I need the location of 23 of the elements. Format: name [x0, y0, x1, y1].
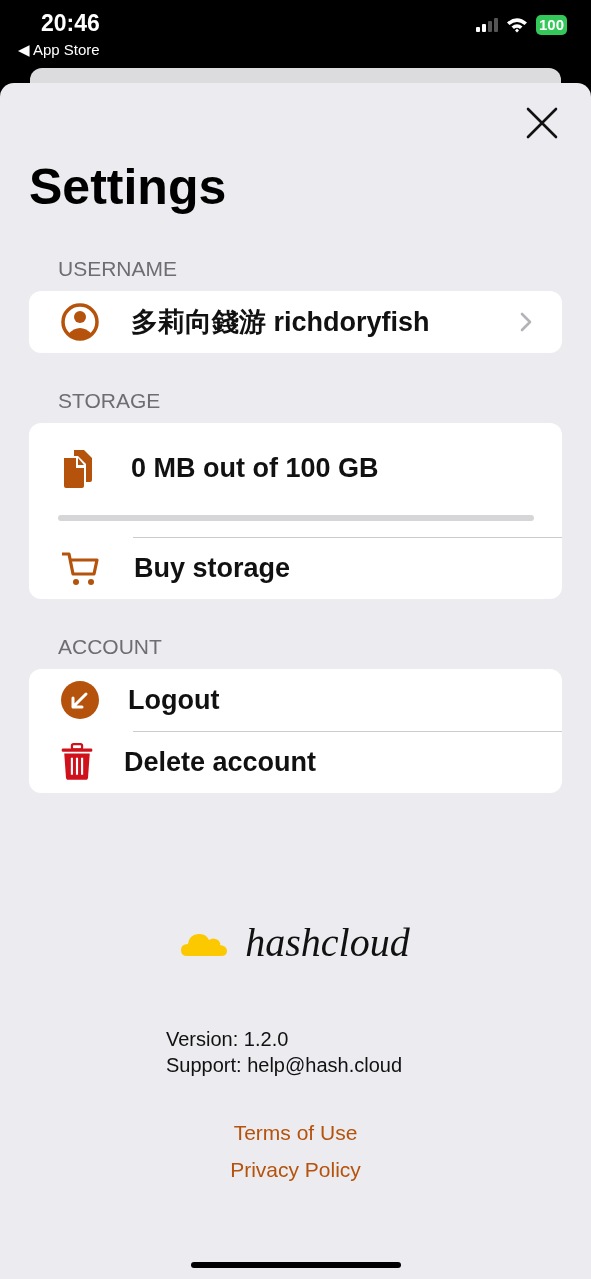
- settings-row[interactable]: 多莉向錢游 richdoryfish: [29, 291, 562, 353]
- page-title: Settings: [29, 158, 228, 217]
- settings-row[interactable]: 0 MB out of 100 GB: [29, 423, 562, 513]
- signal-icon: [475, 18, 498, 32]
- back-link[interactable]: ◀ App Store: [18, 41, 100, 59]
- info-text: Version: 1.2.0: [166, 1027, 290, 1052]
- user-icon: [60, 302, 100, 342]
- section-header: ACCOUNT: [58, 635, 163, 659]
- logo-text: hashcloud: [245, 919, 410, 966]
- arrow-circle-icon: [60, 680, 100, 720]
- clock-time: 20:46: [41, 10, 100, 37]
- close-button[interactable]: [526, 107, 558, 139]
- footer-link[interactable]: Privacy Policy: [230, 1157, 361, 1182]
- battery-indicator: 100: [535, 15, 567, 35]
- settings-row[interactable]: Logout: [29, 669, 562, 731]
- section-header: STORAGE: [58, 389, 162, 413]
- settings-row[interactable]: Buy storage: [29, 537, 562, 599]
- wifi-icon: [505, 17, 528, 33]
- trash-icon: [60, 743, 94, 781]
- footer-link[interactable]: Terms of Use: [233, 1120, 358, 1145]
- settings-row[interactable]: Delete account: [29, 731, 562, 793]
- info-text: Support: help@hash.cloud: [166, 1053, 402, 1078]
- section-header: USERNAME: [58, 257, 179, 281]
